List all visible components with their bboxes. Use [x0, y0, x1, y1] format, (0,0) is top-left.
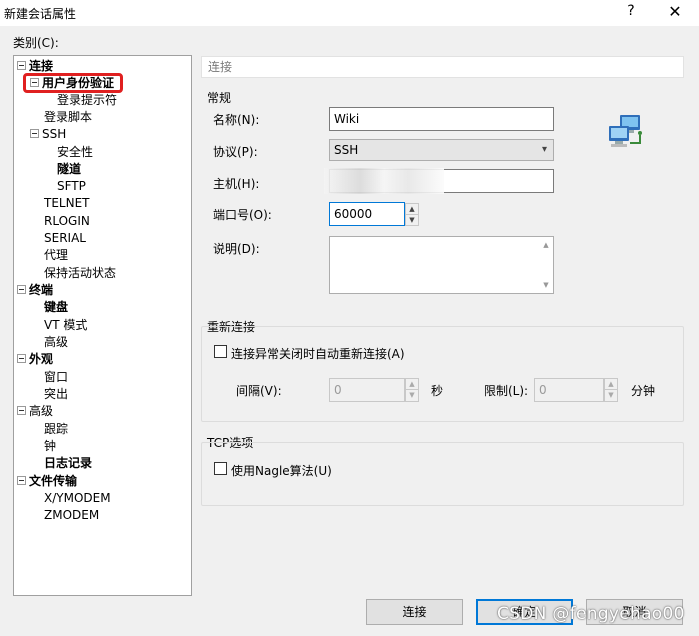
- tree-item-zmodem[interactable]: ZMODEM: [44, 507, 99, 524]
- spin-up-icon[interactable]: ▲: [605, 379, 617, 390]
- tree-item-login-script[interactable]: 登录脚本: [44, 109, 92, 126]
- tree-item-tunnel[interactable]: 隧道: [57, 161, 81, 178]
- tree-item-vt-mode[interactable]: VT 模式: [44, 317, 87, 334]
- network-computers-icon: [609, 115, 642, 147]
- tree-item-advanced[interactable]: 高级: [17, 403, 53, 420]
- tree-item-terminal-advanced[interactable]: 高级: [44, 334, 68, 351]
- reconnect-checkbox-label[interactable]: 连接异常关闭时自动重新连接(A): [231, 345, 405, 362]
- tree-item-ssh[interactable]: SSH: [30, 126, 66, 143]
- port-label: 端口号(O):: [213, 208, 272, 222]
- minus-box-icon[interactable]: [17, 61, 26, 70]
- minus-box-icon[interactable]: [17, 476, 26, 485]
- limit-unit: 分钟: [631, 384, 656, 398]
- spin-up-icon[interactable]: ▲: [406, 204, 418, 215]
- title-bar: 新建会话属性 ? ✕: [0, 0, 699, 26]
- port-input[interactable]: 60000: [329, 202, 405, 226]
- protocol-value: SSH: [334, 143, 359, 157]
- reconnect-checkbox[interactable]: [214, 345, 227, 358]
- tree-item-file-transfer[interactable]: 文件传输: [17, 473, 77, 490]
- tree-item-xymodem[interactable]: X/YMODEM: [44, 490, 111, 507]
- desc-textarea[interactable]: ▲ ▼: [329, 236, 554, 294]
- reconnect-group: [201, 326, 684, 422]
- name-label: 名称(N):: [213, 113, 260, 127]
- tree-item-appearance[interactable]: 外观: [17, 351, 53, 368]
- port-stepper[interactable]: ▲ ▼: [405, 203, 419, 226]
- tree-item-proxy[interactable]: 代理: [44, 247, 68, 264]
- tree-item-logging[interactable]: 日志记录: [44, 455, 92, 472]
- watermark: CSDN @fengyehao00: [497, 604, 685, 624]
- tree-item-rlogin[interactable]: RLOGIN: [44, 213, 90, 230]
- name-input[interactable]: Wiki: [329, 107, 554, 131]
- interval-label: 间隔(V):: [236, 384, 282, 398]
- spin-down-icon[interactable]: ▼: [605, 390, 617, 401]
- protocol-label: 协议(P):: [213, 145, 258, 159]
- tree-item-serial[interactable]: SERIAL: [44, 230, 86, 247]
- tree-item-terminal[interactable]: 终端: [17, 282, 53, 299]
- limit-label: 限制(L):: [484, 384, 529, 398]
- tree-item-sftp[interactable]: SFTP: [57, 178, 86, 195]
- category-tree[interactable]: 连接 用户身份验证 登录提示符 登录脚本 SSH 安全性 隧道 SFTP TEL…: [13, 55, 192, 596]
- redacted-host: [324, 168, 444, 194]
- minus-box-icon[interactable]: [17, 406, 26, 415]
- tree-item-keyboard[interactable]: 键盘: [44, 299, 68, 316]
- protocol-select[interactable]: SSH ▾: [329, 139, 554, 161]
- tree-item-security[interactable]: 安全性: [57, 144, 93, 161]
- nagle-checkbox-label[interactable]: 使用Nagle算法(U): [231, 462, 332, 479]
- tree-item-keepalive[interactable]: 保持活动状态: [44, 265, 116, 282]
- desc-label: 说明(D):: [213, 242, 260, 256]
- close-button[interactable]: ✕: [666, 2, 684, 21]
- tree-item-trace[interactable]: 跟踪: [44, 421, 68, 438]
- spin-up-icon[interactable]: ▲: [406, 379, 418, 390]
- spin-down-icon[interactable]: ▼: [406, 215, 418, 226]
- spin-down-icon[interactable]: ▼: [406, 390, 418, 401]
- window-title: 新建会话属性: [4, 7, 77, 21]
- highlight-annotation: [23, 73, 123, 93]
- tree-item-bell[interactable]: 钟: [44, 438, 56, 455]
- interval-stepper[interactable]: ▲ ▼: [405, 378, 419, 402]
- tree-item-window[interactable]: 窗口: [44, 369, 68, 386]
- host-label: 主机(H):: [213, 177, 260, 191]
- limit-input[interactable]: 0: [534, 378, 604, 402]
- minus-box-icon[interactable]: [17, 354, 26, 363]
- scroll-up-icon[interactable]: ▲: [541, 241, 551, 249]
- interval-unit: 秒: [431, 384, 444, 398]
- help-button[interactable]: ?: [624, 3, 638, 19]
- minus-box-icon[interactable]: [17, 285, 26, 294]
- section-header: 连接: [201, 56, 684, 78]
- tree-item-telnet[interactable]: TELNET: [44, 195, 90, 212]
- limit-stepper[interactable]: ▲ ▼: [604, 378, 618, 402]
- minus-box-icon[interactable]: [30, 129, 39, 138]
- scroll-down-icon[interactable]: ▼: [541, 281, 551, 289]
- nagle-checkbox[interactable]: [214, 462, 227, 475]
- category-label: 类别(C):: [13, 36, 59, 50]
- tree-item-login-prompt[interactable]: 登录提示符: [57, 92, 117, 109]
- interval-input[interactable]: 0: [329, 378, 405, 402]
- tree-item-highlight[interactable]: 突出: [44, 386, 68, 403]
- chevron-down-icon: ▾: [541, 144, 547, 155]
- connect-button[interactable]: 连接: [366, 599, 463, 625]
